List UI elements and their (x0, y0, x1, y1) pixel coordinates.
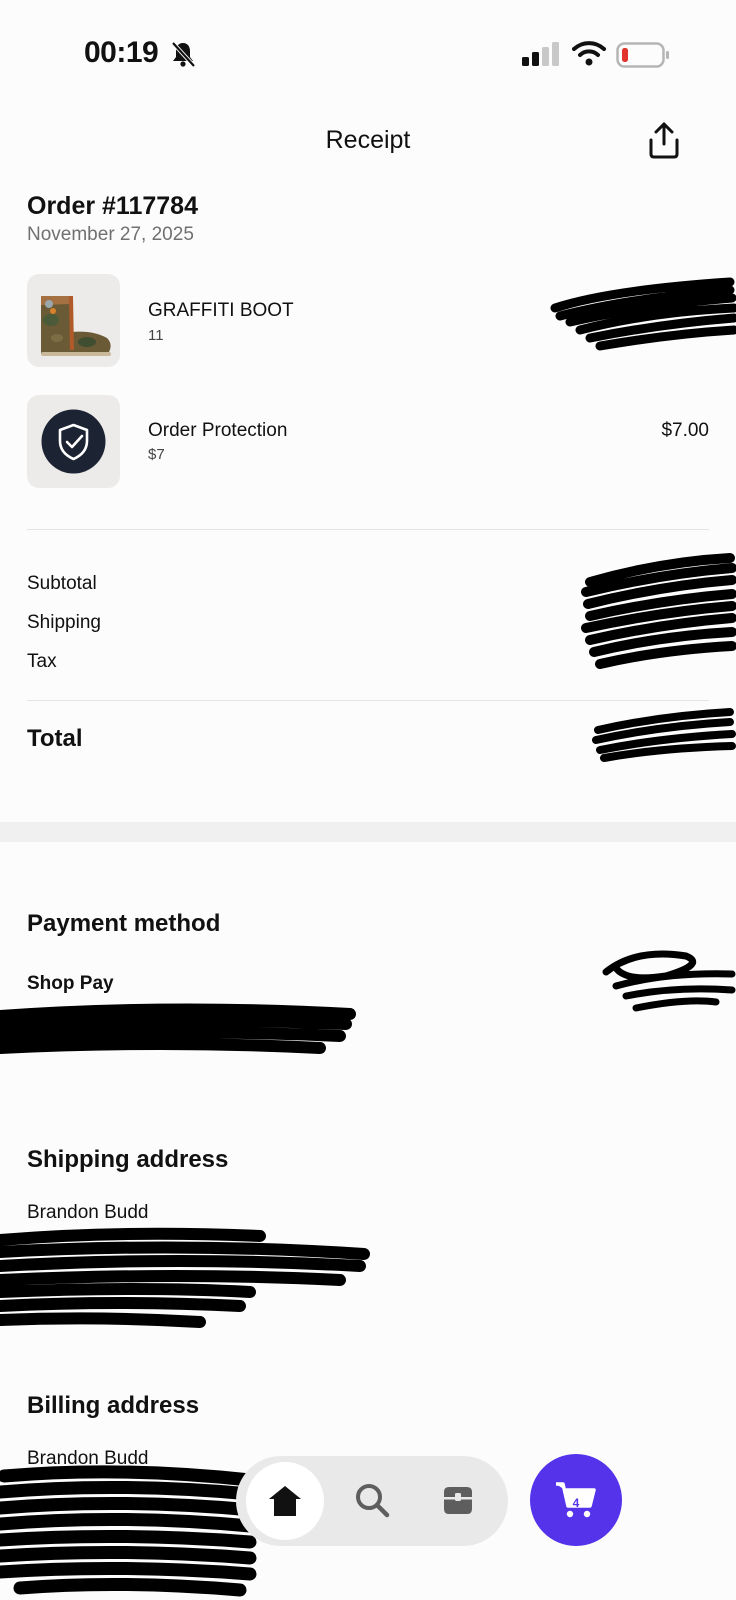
page-title: Receipt (325, 126, 411, 154)
cart-button[interactable]: 4 (530, 1454, 622, 1546)
item-name: Order Protection (148, 420, 288, 441)
protection-thumbnail (27, 395, 120, 488)
share-icon[interactable] (646, 120, 682, 160)
cellular-signal-icon (522, 42, 559, 66)
item-price: $7.00 (661, 420, 709, 441)
redaction-scribble (0, 1465, 259, 1597)
nav-bar: Receipt (0, 110, 736, 170)
total-label: Total (27, 725, 83, 752)
home-tab[interactable] (246, 1462, 324, 1540)
payment-method-title: Payment method (27, 910, 221, 937)
battery-icon (616, 42, 669, 68)
order-number: Order #117784 (27, 192, 198, 220)
status-bar: 00:19 (0, 0, 736, 100)
redaction-scribble (592, 708, 736, 762)
divider (27, 700, 709, 701)
redaction-scribble (0, 1003, 356, 1054)
item-name[interactable]: GRAFFITI BOOT (148, 300, 294, 322)
shield-check-icon (41, 409, 106, 474)
search-icon (356, 1484, 390, 1518)
billing-address-name: Brandon Budd (27, 1448, 149, 1469)
orders-icon (444, 1487, 472, 1514)
cart-count-badge: 4 (572, 1496, 580, 1510)
item-size: 11 (148, 327, 164, 344)
search-tab[interactable] (344, 1472, 400, 1528)
payment-method-name: Shop Pay (27, 973, 114, 994)
tax-label: Tax (27, 651, 57, 672)
status-time: 00:19 (84, 36, 159, 69)
section-separator (0, 822, 736, 842)
redaction-scribble (550, 277, 736, 351)
home-icon (269, 1486, 301, 1516)
billing-address-title: Billing address (27, 1392, 200, 1419)
redaction-scribble (0, 1227, 370, 1328)
order-date: November 27, 2025 (27, 224, 194, 245)
redaction-scribble (581, 553, 736, 669)
item-variant: $7 (148, 446, 165, 463)
product-thumbnail[interactable] (27, 274, 120, 367)
wifi-icon (572, 41, 606, 66)
shipping-label: Shipping (27, 612, 101, 633)
shipping-address-name: Brandon Budd (27, 1202, 149, 1223)
subtotal-label: Subtotal (27, 573, 97, 594)
bell-off-icon (171, 41, 196, 68)
boot-image (41, 296, 111, 356)
shipping-address-title: Shipping address (27, 1146, 229, 1173)
orders-tab[interactable] (430, 1472, 486, 1528)
redaction-scribble (602, 950, 736, 1012)
divider (27, 529, 709, 530)
